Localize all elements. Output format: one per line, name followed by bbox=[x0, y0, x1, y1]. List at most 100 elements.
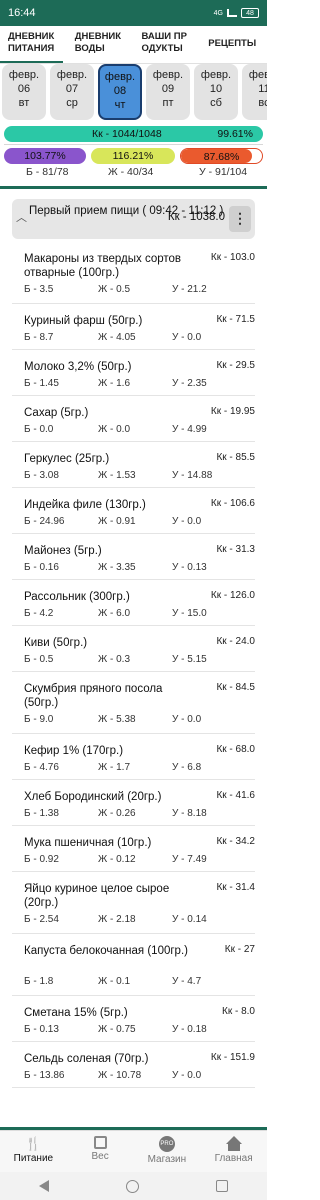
food-item[interactable]: Б - 1.45 Ж - 1.6 У - 2.35 Молоко 3,2% (50гр… bbox=[12, 354, 255, 396]
food-item-fat: Ж - 1.53 bbox=[98, 470, 136, 481]
tab-your-products[interactable]: ВАШИ ПР ОДУКТЫ bbox=[134, 26, 201, 63]
food-item-kcal: Кк - 84.5 bbox=[216, 682, 255, 693]
kcal-total: Кк - 1044/1048 bbox=[92, 128, 162, 140]
food-item-kcal: Кк - 29.5 bbox=[216, 360, 255, 371]
food-item-kcal: Кк - 71.5 bbox=[216, 314, 255, 325]
day-card[interactable]: февр. 09 пт bbox=[146, 64, 190, 120]
carbs-value: У - 91/104 bbox=[199, 166, 248, 178]
kcal-progress-bar: Кк - 1044/1048 99.61% bbox=[4, 126, 263, 142]
fat-value: Ж - 40/34 bbox=[108, 166, 154, 178]
more-options-icon[interactable]: ⋮ bbox=[229, 206, 251, 232]
food-item[interactable]: Б - 0.92 Ж - 0.12 У - 7.49 Мука пшеничная (… bbox=[12, 830, 255, 872]
food-item-carbs: У - 4.99 bbox=[172, 424, 207, 435]
food-item-carbs: У - 5.15 bbox=[172, 654, 207, 665]
day-weekday: вс bbox=[258, 97, 267, 109]
food-item[interactable]: Б - 0.5 Ж - 0.3 У - 5.15 Киви (50гр.) Кк - 2… bbox=[12, 630, 255, 672]
food-item-protein: Б - 0.16 bbox=[24, 562, 59, 573]
day-card[interactable]: февр. 06 вт bbox=[2, 64, 46, 120]
pro-badge-icon: PRO bbox=[158, 1136, 175, 1152]
tab-food-diary[interactable]: ДНЕВНИК ПИТАНИЯ bbox=[0, 26, 67, 63]
nav-shop[interactable]: PRO Магазин bbox=[134, 1131, 201, 1172]
food-item-kcal: Кк - 34.2 bbox=[216, 836, 255, 847]
food-item-fat: Ж - 0.75 bbox=[98, 1024, 136, 1035]
food-item-name: Кефир 1% (170гр.) bbox=[24, 745, 124, 757]
status-time: 16:44 bbox=[8, 7, 36, 19]
food-item-carbs: У - 0.14 bbox=[172, 914, 207, 925]
day-number: 10 bbox=[209, 83, 223, 95]
recents-icon[interactable] bbox=[216, 1180, 229, 1192]
kcal-percent: 99.61% bbox=[217, 128, 253, 140]
home-icon bbox=[225, 1136, 242, 1153]
food-item-protein: Б - 8.7 bbox=[24, 332, 54, 343]
food-item-fat: Ж - 4.05 bbox=[98, 332, 136, 343]
food-item-fat: Ж - 0.91 bbox=[98, 516, 136, 527]
food-item-kcal: Кк - 19.95 bbox=[210, 406, 255, 417]
food-item[interactable]: Б - 8.7 Ж - 4.05 У - 0.0 Куриный фарш (50гр… bbox=[12, 308, 255, 350]
tab-water-diary[interactable]: ДНЕВНИК ВОДЫ bbox=[67, 26, 134, 63]
food-item-protein: Б - 13.86 bbox=[24, 1070, 65, 1081]
food-item-kcal: Кк - 41.6 bbox=[216, 790, 255, 801]
food-item-carbs: У - 7.49 bbox=[172, 854, 207, 865]
day-month: февр. bbox=[248, 69, 267, 81]
day-card[interactable]: февр. 10 сб bbox=[194, 64, 238, 120]
food-item[interactable]: Б - 1.8 Ж - 0.1 У - 4.7 Капуста белокочанна… bbox=[12, 938, 255, 996]
food-item[interactable]: Б - 0.13 Ж - 0.75 У - 0.18 Сметана 15% (5гр… bbox=[12, 1000, 255, 1042]
protein-value: Б - 81/78 bbox=[26, 166, 69, 178]
meal-header[interactable]: ︿ Первый прием пищи ( 09:42 - 11:12 ) Кк… bbox=[12, 199, 255, 239]
food-item-kcal: Кк - 103.0 bbox=[210, 252, 255, 263]
food-item-protein: Б - 4.2 bbox=[24, 608, 54, 619]
food-item[interactable]: Б - 4.76 Ж - 1.7 У - 6.8 Кефир 1% (170гр.) К… bbox=[12, 738, 255, 780]
food-item-fat: Ж - 3.35 bbox=[98, 562, 136, 573]
food-item-fat: Ж - 1.7 bbox=[98, 762, 131, 773]
food-item-carbs: У - 0.13 bbox=[172, 562, 207, 573]
food-item-carbs: У - 0.0 bbox=[172, 714, 202, 725]
system-indicators: 4G 48 bbox=[214, 8, 259, 18]
food-item-name: Геркулес (25гр.) bbox=[24, 453, 110, 465]
food-item-name: Куриный фарш (50гр.) bbox=[24, 315, 143, 327]
day-selector: февр. 06 вт февр. 07 ср февр. 08 чт февр… bbox=[0, 64, 267, 122]
nav-weight[interactable]: Вес bbox=[67, 1131, 134, 1172]
food-item-fat: Ж - 0.1 bbox=[98, 976, 131, 987]
food-item[interactable]: Б - 2.54 Ж - 2.18 У - 0.14 Яйцо куриное цел… bbox=[12, 876, 255, 934]
day-number: 06 bbox=[17, 83, 31, 95]
day-weekday: вт bbox=[18, 97, 30, 109]
food-item[interactable]: Б - 0.16 Ж - 3.35 У - 0.13 Майонез (5гр.) Кк… bbox=[12, 538, 255, 580]
day-card[interactable]: февр. 07 ср bbox=[50, 64, 94, 120]
home-circle-icon[interactable] bbox=[125, 1179, 139, 1193]
nav-home[interactable]: Главная bbox=[200, 1131, 267, 1172]
day-card-selected[interactable]: февр. 08 чт bbox=[98, 64, 142, 120]
food-item-name: Молоко 3,2% (50гр.) bbox=[24, 361, 132, 373]
food-item-carbs: У - 4.7 bbox=[172, 976, 202, 987]
day-month: февр. bbox=[56, 69, 88, 81]
food-item-kcal: Кк - 106.6 bbox=[210, 498, 255, 509]
day-month: февр. bbox=[104, 71, 136, 83]
food-item-carbs: У - 8.18 bbox=[172, 808, 207, 819]
nav-label: Питание bbox=[13, 1153, 54, 1164]
food-item-name: Мука пшеничная (10гр.) bbox=[24, 837, 152, 849]
tab-recipes[interactable]: РЕЦЕПТЫ bbox=[200, 26, 267, 63]
food-item-carbs: У - 0.18 bbox=[172, 1024, 207, 1035]
food-item-carbs: У - 0.0 bbox=[172, 332, 202, 343]
food-item-protein: Б - 24.96 bbox=[24, 516, 65, 527]
food-item[interactable]: Б - 4.2 Ж - 6.0 У - 15.0 Рассольник (300гр.… bbox=[12, 584, 255, 626]
battery-icon: 48 bbox=[241, 8, 259, 18]
food-item-protein: Б - 1.8 bbox=[24, 976, 54, 987]
chevron-up-icon[interactable]: ︿ bbox=[16, 209, 27, 225]
food-item[interactable]: Б - 3.08 Ж - 1.53 У - 14.88 Геркулес (25гр.… bbox=[12, 446, 255, 488]
food-item[interactable]: Б - 1.38 Ж - 0.26 У - 8.18 Хлеб Бородинский… bbox=[12, 784, 255, 826]
food-item-name: Киви (50гр.) bbox=[24, 637, 88, 649]
food-item[interactable]: Б - 13.86 Ж - 10.78 У - 0.0 Сельдь соленая … bbox=[12, 1046, 255, 1088]
divider bbox=[4, 144, 263, 145]
food-item[interactable]: Б - 9.0 Ж - 5.38 У - 0.0 Скумбрия пряного п… bbox=[12, 676, 255, 734]
nav-label: Магазин bbox=[147, 1154, 187, 1165]
food-item-name: Сахар (5гр.) bbox=[24, 407, 89, 419]
day-card[interactable]: февр. 11 вс bbox=[242, 64, 267, 120]
food-item-protein: Б - 2.54 bbox=[24, 914, 59, 925]
network-label: 4G bbox=[213, 9, 223, 17]
food-item[interactable]: Б - 3.5 Ж - 0.5 У - 21.2 Макароны из тверды… bbox=[12, 246, 255, 304]
back-icon[interactable] bbox=[38, 1180, 49, 1192]
food-item-fat: Ж - 0.0 bbox=[98, 424, 131, 435]
food-item[interactable]: Б - 0.0 Ж - 0.0 У - 4.99 Сахар (5гр.) Кк - 1… bbox=[12, 400, 255, 442]
nav-nutrition[interactable]: 🍴 Питание bbox=[0, 1131, 67, 1172]
food-item[interactable]: Б - 24.96 Ж - 0.91 У - 0.0 Индейка филе (13… bbox=[12, 492, 255, 534]
